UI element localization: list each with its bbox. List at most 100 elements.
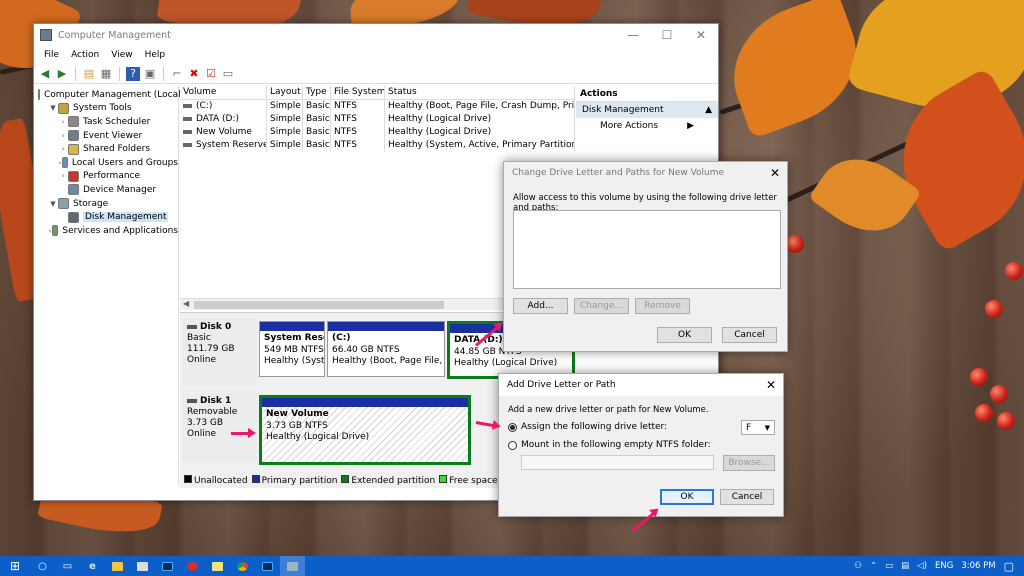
drive-paths-list[interactable]	[513, 210, 781, 289]
col-layout[interactable]: Layout	[267, 86, 303, 99]
people-icon[interactable]: ⚇	[854, 561, 862, 571]
photoshop-icon[interactable]	[155, 556, 180, 576]
add-dialog-cancel-button[interactable]: Cancel	[720, 489, 774, 505]
collapsed-chevron-icon[interactable]: ›	[58, 132, 68, 140]
clock[interactable]: 3:06 PM	[961, 561, 995, 571]
tree-item[interactable]: › Performance	[34, 170, 178, 184]
tree-item[interactable]: ▼ Storage	[34, 197, 178, 211]
tree-node-icon	[68, 211, 79, 223]
volume-row[interactable]: (C:) Simple Basic NTFS Healthy (Boot, Page F…	[180, 100, 575, 113]
expanded-chevron-icon[interactable]: ▼	[48, 200, 58, 208]
store-icon[interactable]	[130, 556, 155, 576]
mount-folder-option[interactable]: Mount in the following empty NTFS folder…	[508, 440, 711, 450]
partition-system-reserved[interactable]: System Reser549 MB NTFSHealthy (Syste	[259, 321, 325, 377]
change-dialog-cancel-button[interactable]: Cancel	[722, 327, 777, 343]
menu-file[interactable]: File	[38, 50, 65, 60]
minimize-button[interactable]: —	[616, 24, 650, 46]
annotation-arrow	[231, 428, 256, 438]
partition-new-volume[interactable]: New Volume 3.73 GB NTFS Healthy (Logical D…	[259, 395, 471, 465]
file-explorer-icon[interactable]	[105, 556, 130, 576]
add-dialog-close-icon[interactable]: ✕	[759, 378, 783, 392]
volume-icon[interactable]: ◁)	[917, 561, 927, 571]
network-icon[interactable]: ▤	[901, 561, 909, 571]
menu-view[interactable]: View	[105, 50, 138, 60]
chevron-up-icon[interactable]: ⌃	[870, 561, 877, 571]
more-actions[interactable]: More Actions ▶	[576, 118, 718, 134]
radio-selected[interactable]	[508, 422, 517, 432]
add-button[interactable]: Add...	[513, 298, 568, 314]
partition-c[interactable]: (C:) 66.40 GB NTFS Healthy (Boot, Page Fil…	[327, 321, 445, 377]
tree-item[interactable]: › Task Scheduler	[34, 115, 178, 129]
show-hide-tree-icon[interactable]: ▦	[99, 67, 113, 81]
view-icon[interactable]: ▭	[221, 67, 235, 81]
change-dialog-titlebar[interactable]: Change Drive Letter and Paths for New Vo…	[504, 162, 787, 184]
volume-row[interactable]: DATA (D:) Simple Basic NTFS Healthy (Logical…	[180, 113, 575, 126]
photoshop-icon-2[interactable]	[255, 556, 280, 576]
tree-item[interactable]: ▼ System Tools	[34, 102, 178, 116]
change-button[interactable]: Change...	[574, 298, 629, 314]
language-indicator[interactable]: ENG	[935, 561, 953, 571]
forward-arrow-icon[interactable]: ▶	[55, 67, 69, 81]
col-type[interactable]: Type	[303, 86, 331, 99]
close-button[interactable]: ✕	[684, 24, 718, 46]
tree-item[interactable]: › Services and Applications	[34, 224, 178, 238]
tree-item[interactable]: › Local Users and Groups	[34, 156, 178, 170]
col-status[interactable]: Status	[385, 86, 575, 99]
windows-start-icon[interactable]: ⊞	[0, 556, 30, 576]
battery-icon[interactable]: ▭	[885, 561, 893, 571]
delete-icon[interactable]: ✖	[187, 67, 201, 81]
up-folder-icon[interactable]: ▤	[82, 67, 96, 81]
expanded-chevron-icon[interactable]: ▼	[48, 104, 58, 112]
remove-button[interactable]: Remove	[635, 298, 690, 314]
add-dialog-ok-button[interactable]: OK	[660, 489, 714, 505]
radio-unselected[interactable]	[508, 440, 517, 450]
tree-node-icon	[58, 198, 69, 210]
computer-management-taskbar-icon[interactable]	[280, 556, 305, 576]
volume-cell-text: Basic	[306, 127, 330, 137]
edge-icon[interactable]: e	[80, 556, 105, 576]
actions-disk-management[interactable]: Disk Management ▲	[576, 102, 718, 118]
app-red-icon[interactable]	[180, 556, 205, 576]
task-view-icon[interactable]: ▭	[55, 556, 80, 576]
tree-item[interactable]: › Shared Folders	[34, 142, 178, 156]
maximize-button[interactable]: ☐	[650, 24, 684, 46]
notifications-icon[interactable]: ▢	[1004, 560, 1014, 573]
collapsed-chevron-icon[interactable]: ›	[58, 172, 68, 180]
drive-letter-select[interactable]: F ▼	[741, 420, 775, 435]
volume-cell-text: (C:)	[196, 101, 213, 111]
tree-item[interactable]: Computer Management (Local	[34, 88, 181, 102]
check-icon[interactable]: ☑	[204, 67, 218, 81]
menu-help[interactable]: Help	[139, 50, 172, 60]
back-arrow-icon[interactable]: ◀	[38, 67, 52, 81]
collapsed-chevron-icon[interactable]: ›	[58, 118, 68, 126]
mount-folder-input[interactable]	[521, 455, 714, 470]
menu-action[interactable]: Action	[65, 50, 105, 60]
disk1-label[interactable]: Disk 1 Removable 3.73 GB Online	[182, 393, 257, 461]
chrome-icon[interactable]	[230, 556, 255, 576]
volume-row[interactable]: System Reserved Simple Basic NTFS Healthy (S…	[180, 139, 575, 152]
tree-item[interactable]: Device Manager	[34, 183, 178, 197]
disk0-label[interactable]: Disk 0 Basic 111.79 GB Online	[182, 319, 257, 385]
collapse-up-icon[interactable]: ▲	[705, 105, 712, 115]
search-icon[interactable]: ○	[30, 556, 55, 576]
collapsed-chevron-icon[interactable]: ›	[58, 145, 68, 153]
tree-item[interactable]: Disk Management	[34, 210, 178, 224]
connect-icon[interactable]: ⌐	[170, 67, 184, 81]
properties-icon[interactable]: ▣	[143, 67, 157, 81]
help-icon[interactable]: ?	[126, 66, 140, 81]
add-dialog-titlebar[interactable]: Add Drive Letter or Path ✕	[499, 374, 783, 396]
scrollbar-thumb[interactable]	[194, 301, 444, 309]
change-dialog-close-icon[interactable]: ✕	[763, 166, 787, 180]
scroll-left-icon[interactable]: ◀	[183, 299, 189, 308]
col-volume[interactable]: Volume	[180, 86, 267, 99]
window-titlebar[interactable]: Computer Management — ☐ ✕	[34, 24, 718, 46]
volume-row[interactable]: New Volume Simple Basic NTFS Healthy (Logica…	[180, 126, 575, 139]
tree-item-label: Event Viewer	[83, 130, 143, 141]
col-file-system[interactable]: File System	[331, 86, 385, 99]
notes-icon[interactable]	[205, 556, 230, 576]
assign-letter-option[interactable]: Assign the following drive letter:	[508, 422, 667, 432]
tree-item[interactable]: › Event Viewer	[34, 129, 178, 143]
volume-cell: Simple	[267, 126, 303, 139]
browse-button[interactable]: Browse...	[723, 455, 775, 471]
change-dialog-ok-button[interactable]: OK	[657, 327, 712, 343]
